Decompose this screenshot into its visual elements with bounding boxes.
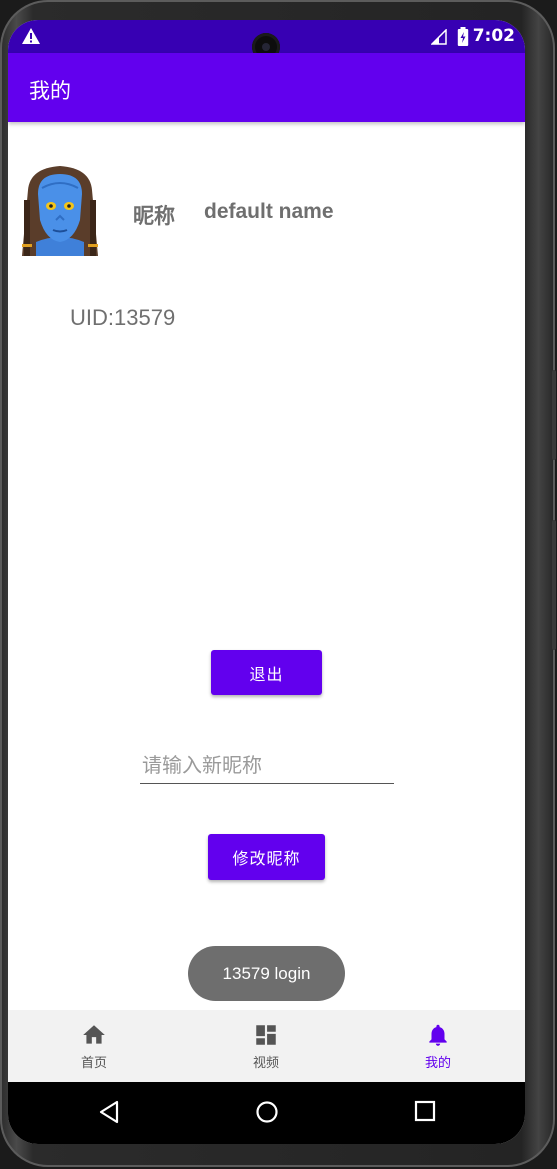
status-time: 7:02 [472, 26, 515, 46]
dashboard-icon [256, 1025, 276, 1045]
recents-icon[interactable] [414, 1100, 436, 1122]
uid-text: UID:13579 [70, 305, 176, 330]
volume-button [552, 370, 556, 460]
page-title: 我的 [29, 79, 71, 103]
bottom-navigation: 首页 视频 我的 [8, 1010, 525, 1082]
warning-icon [22, 28, 40, 44]
app-bar: 我的 [8, 53, 525, 122]
nav-item-home[interactable]: 首页 [8, 1010, 180, 1082]
battery-icon [457, 27, 469, 46]
new-nickname-input[interactable] [140, 747, 394, 784]
nickname-label: 昵称 [133, 204, 175, 228]
nickname-value: default name [204, 200, 334, 223]
home-icon [83, 1025, 105, 1044]
logout-button[interactable]: 退出 [211, 650, 322, 695]
nav-item-mine[interactable]: 我的 [352, 1010, 524, 1082]
bell-icon [429, 1024, 447, 1046]
device-screen: 7:02 我的 昵称 default name UID:13579 退出 修改昵… [8, 20, 525, 1144]
toast-message: 13579 login [188, 946, 345, 1001]
nav-label-home: 首页 [80, 1056, 107, 1071]
signal-icon [431, 29, 447, 45]
nav-label-mine: 我的 [424, 1056, 451, 1071]
nav-item-video[interactable]: 视频 [180, 1010, 352, 1082]
nav-label-video: 视频 [252, 1056, 279, 1071]
system-navigation-bar [8, 1082, 525, 1144]
avatar [22, 166, 98, 256]
home-circle-icon[interactable] [255, 1100, 279, 1124]
back-icon[interactable] [98, 1100, 120, 1124]
rename-button[interactable]: 修改昵称 [208, 834, 325, 880]
power-button [552, 520, 556, 650]
